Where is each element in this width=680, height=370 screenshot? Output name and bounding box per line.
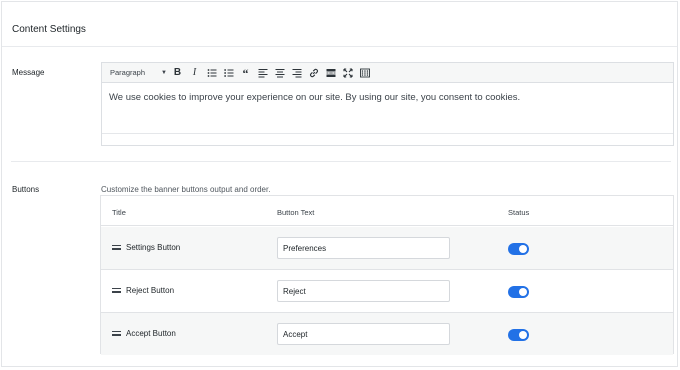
content-settings-panel: Content Settings Message Paragraph ▼ B I… [1, 1, 678, 367]
caret-down-icon: ▼ [161, 69, 167, 76]
column-header-status: Status [508, 208, 530, 217]
toggle-knob [519, 331, 527, 339]
message-content[interactable]: We use cookies to improve your experienc… [102, 84, 673, 134]
read-more-icon [326, 68, 335, 77]
toolbar-toggle-button[interactable] [356, 66, 373, 80]
align-right-button[interactable] [288, 66, 305, 80]
italic-button[interactable]: I [186, 66, 203, 80]
align-center-icon [275, 68, 284, 77]
button-text-input[interactable] [277, 237, 450, 259]
drag-handle-icon[interactable] [112, 288, 121, 293]
align-right-icon [292, 68, 301, 77]
toggle-knob [519, 245, 527, 253]
table-row: Settings Button [101, 227, 673, 270]
drag-handle-icon[interactable] [112, 245, 121, 250]
fullscreen-icon [342, 67, 353, 78]
editor-statusbar [102, 133, 673, 145]
column-header-button-text: Button Text [277, 208, 315, 217]
numbered-list-icon [224, 68, 233, 77]
status-toggle[interactable] [508, 243, 529, 255]
button-text-input[interactable] [277, 280, 450, 302]
bold-icon: B [173, 67, 182, 78]
numbered-list-button[interactable] [220, 66, 237, 80]
page-title: Content Settings [12, 24, 86, 35]
row-title: Settings Button [126, 243, 181, 252]
toggle-knob [519, 288, 527, 296]
bold-button[interactable]: B [169, 66, 186, 80]
align-left-icon [258, 68, 267, 77]
drag-handle-icon[interactable] [112, 331, 121, 336]
message-label: Message [12, 68, 45, 77]
button-text-input[interactable] [277, 323, 450, 345]
table-row: Reject Button [101, 270, 673, 313]
editor-toolbar: Paragraph ▼ B I “ [102, 63, 673, 83]
link-button[interactable] [305, 66, 322, 80]
message-editor: Paragraph ▼ B I “ We use cookies to impr… [101, 62, 674, 146]
row-title: Accept Button [126, 329, 176, 338]
format-select[interactable]: Paragraph ▼ [110, 67, 167, 79]
format-select-value: Paragraph [110, 68, 146, 77]
blockquote-button[interactable]: “ [237, 66, 254, 80]
status-toggle[interactable] [508, 329, 529, 341]
fullscreen-button[interactable] [339, 66, 356, 80]
buttons-label: Buttons [12, 185, 40, 194]
table-header: Title Button Text Status [101, 196, 673, 226]
align-center-button[interactable] [271, 66, 288, 80]
column-header-title: Title [112, 208, 126, 217]
buttons-table: Title Button Text Status Settings Button… [100, 195, 674, 355]
status-toggle[interactable] [508, 286, 529, 298]
blockquote-icon: “ [242, 65, 249, 80]
read-more-button[interactable] [322, 66, 339, 80]
align-left-button[interactable] [254, 66, 271, 80]
bullet-list-button[interactable] [203, 66, 220, 80]
toolbar-toggle-icon [359, 68, 370, 77]
section-divider [11, 161, 671, 162]
bullet-list-icon [207, 68, 216, 77]
italic-icon: I [192, 67, 197, 78]
table-row: Accept Button [101, 313, 673, 355]
buttons-description: Customize the banner buttons output and … [101, 185, 271, 194]
panel-header: Content Settings [2, 2, 677, 47]
row-title: Reject Button [126, 286, 175, 295]
link-icon [309, 68, 318, 77]
